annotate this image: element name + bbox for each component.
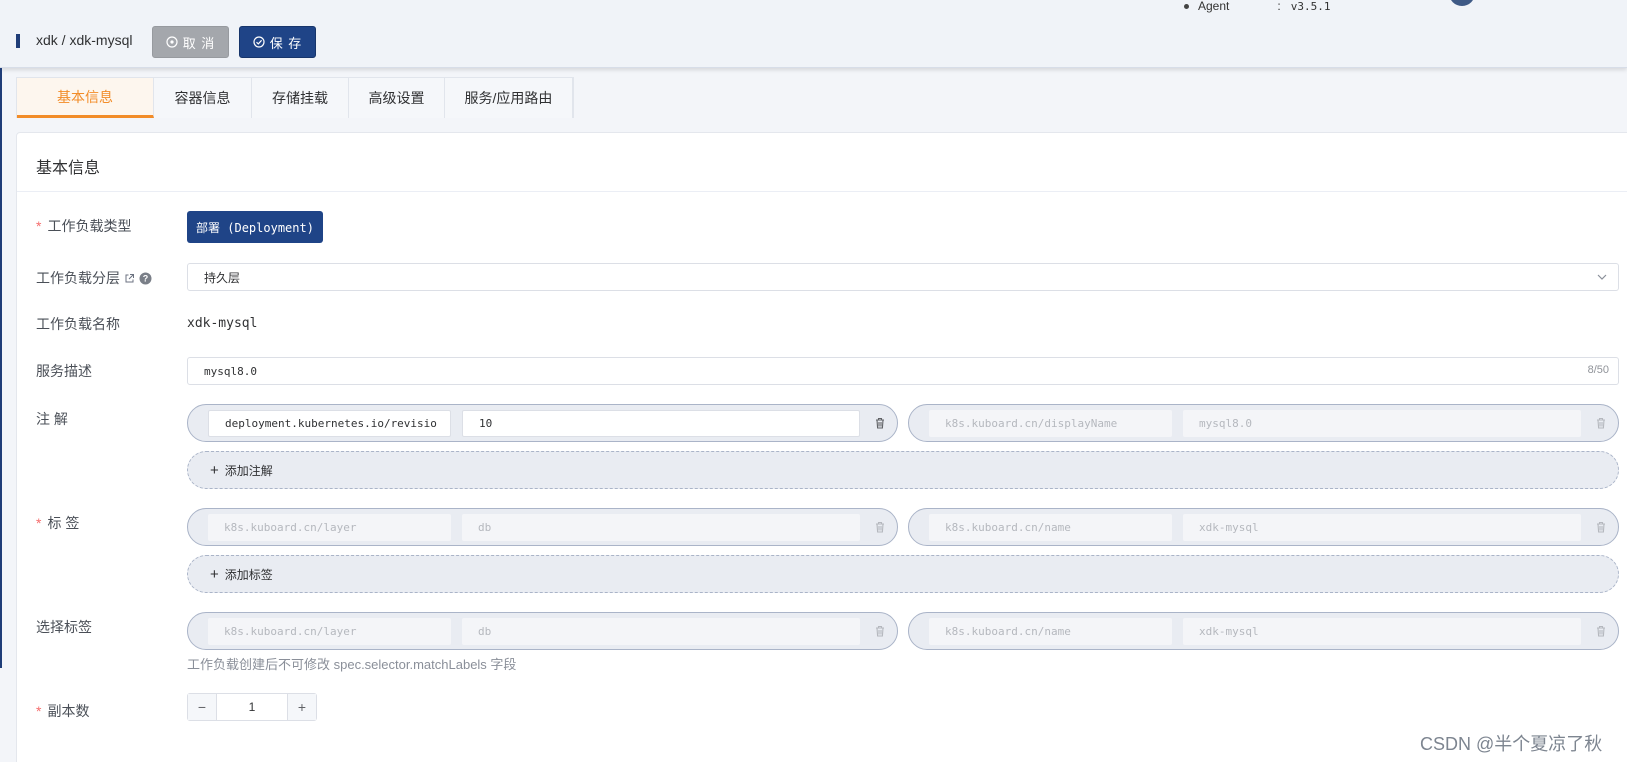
add-label-label: 添加标签 <box>224 567 273 582</box>
selector-label: 选择标签 <box>36 617 92 637</box>
agent-label: Agent <box>1198 0 1230 13</box>
breadcrumb-marker <box>16 34 20 48</box>
cancel-circle-icon <box>166 36 178 48</box>
required-marker: * <box>36 515 42 531</box>
annotation-row: deployment.kubernetes.io/revisio 10 <box>187 404 898 442</box>
required-marker: * <box>36 703 42 719</box>
cancel-label: 取 消 <box>182 35 216 51</box>
plus-icon: + <box>210 461 219 479</box>
required-marker: * <box>36 218 42 234</box>
cancel-button[interactable]: 取 消 <box>152 26 229 58</box>
save-label: 保 存 <box>269 35 303 51</box>
labels-label: * 标 签 <box>36 513 79 533</box>
section-title: 基本信息 <box>36 160 101 177</box>
check-circle-icon <box>253 36 265 48</box>
add-annotation-button[interactable]: + 添加注解 <box>187 451 1619 489</box>
label-value-input[interactable]: db <box>462 514 860 541</box>
workload-layer-label: 工作负载分层 ? <box>36 268 152 288</box>
trash-icon <box>1597 521 1605 533</box>
agent-version: v3.5.1 <box>1290 0 1331 13</box>
trash-icon <box>1597 625 1605 637</box>
workload-name-value: xdk-mysql <box>187 316 258 331</box>
annotation-key-input[interactable]: k8s.kuboard.cn/displayName <box>929 410 1172 437</box>
annotation-value-input[interactable]: mysql8.0 <box>1183 410 1581 437</box>
section-divider <box>17 191 1627 192</box>
selector-key-input: k8s.kuboard.cn/layer <box>208 618 451 645</box>
plus-icon: + <box>210 565 219 583</box>
description-counter: 8/50 <box>1587 364 1609 376</box>
selector-label-text: 选择标签 <box>36 619 92 635</box>
selector-value-input: db <box>462 618 860 645</box>
annotations-label-text: 注 解 <box>36 411 68 427</box>
annotation-value-input[interactable]: 10 <box>462 410 860 437</box>
decrement-button[interactable]: − <box>188 694 217 720</box>
selector-key-input: k8s.kuboard.cn/name <box>929 618 1172 645</box>
trash-icon[interactable] <box>873 416 887 430</box>
bullet-icon <box>1184 3 1189 9</box>
selector-row: k8s.kuboard.cn/layer db <box>187 612 898 650</box>
svg-text:?: ? <box>143 273 149 283</box>
left-edge-accent <box>0 68 2 668</box>
workload-layer-select[interactable]: 持久层 <box>187 263 1619 291</box>
tab-advanced-settings[interactable]: 高级设置 <box>349 78 445 118</box>
selector-value-input: xdk-mysql <box>1183 618 1581 645</box>
workload-layer-value: 持久层 <box>204 270 241 285</box>
selector-hint: 工作负载创建后不可修改 spec.selector.matchLabels 字段 <box>187 657 517 672</box>
description-value: mysql8.0 <box>204 364 257 378</box>
add-annotation-label: 添加注解 <box>224 463 273 478</box>
annotation-row: k8s.kuboard.cn/displayName mysql8.0 <box>908 404 1619 442</box>
label-row: k8s.kuboard.cn/name xdk-mysql <box>908 508 1619 546</box>
workload-name-label-text: 工作负载名称 <box>36 316 120 332</box>
chevron-down-icon <box>1597 274 1607 280</box>
trash-icon <box>876 521 884 533</box>
label-key-input[interactable]: k8s.kuboard.cn/layer <box>208 514 451 541</box>
external-link-icon[interactable] <box>124 273 135 284</box>
increment-button[interactable]: + <box>287 694 316 720</box>
label-row: k8s.kuboard.cn/layer db <box>187 508 898 546</box>
label-key-input[interactable]: k8s.kuboard.cn/name <box>929 514 1172 541</box>
watermark: CSDN @半个夏凉了秋 <box>1420 734 1603 754</box>
trash-icon <box>876 625 884 637</box>
tab-bar: 基本信息 容器信息 存储挂载 高级设置 服务/应用路由 <box>16 77 574 118</box>
description-label: 服务描述 <box>36 361 92 381</box>
replicas-label: * 副本数 <box>36 701 89 721</box>
workload-layer-label-text: 工作负载分层 <box>36 270 120 286</box>
trash-icon <box>1597 417 1605 429</box>
workload-type-label: * 工作负载类型 <box>36 216 131 236</box>
agent-colon: : <box>1277 0 1281 13</box>
breadcrumb: xdk / xdk-mysql <box>36 32 133 48</box>
tab-storage-mount[interactable]: 存储挂载 <box>252 78 349 118</box>
description-input[interactable]: mysql8.0 8/50 <box>187 357 1619 385</box>
description-label-text: 服务描述 <box>36 363 92 379</box>
tab-service-routing[interactable]: 服务/应用路由 <box>445 78 573 118</box>
workload-type-button[interactable]: 部署 (Deployment) <box>187 211 323 243</box>
tab-container-info[interactable]: 容器信息 <box>154 78 252 118</box>
save-button[interactable]: 保 存 <box>239 26 316 58</box>
help-icon[interactable]: ? <box>139 272 152 285</box>
labels-label-text: 标 签 <box>47 515 80 531</box>
annotations-label: 注 解 <box>36 409 68 429</box>
label-value-input[interactable]: xdk-mysql <box>1183 514 1581 541</box>
workload-type-label-text: 工作负载类型 <box>47 218 132 234</box>
tab-basic-info[interactable]: 基本信息 <box>17 78 154 118</box>
replicas-input[interactable]: 1 <box>217 694 287 720</box>
agent-info: Agent : v3.5.1 <box>1184 0 1330 14</box>
annotation-key-input[interactable]: deployment.kubernetes.io/revisio <box>208 410 451 437</box>
replicas-stepper: − 1 + <box>187 693 317 721</box>
workload-name-label: 工作负载名称 <box>36 314 120 334</box>
add-label-button[interactable]: + 添加标签 <box>187 555 1619 593</box>
selector-row: k8s.kuboard.cn/name xdk-mysql <box>908 612 1619 650</box>
replicas-label-text: 副本数 <box>47 703 90 719</box>
